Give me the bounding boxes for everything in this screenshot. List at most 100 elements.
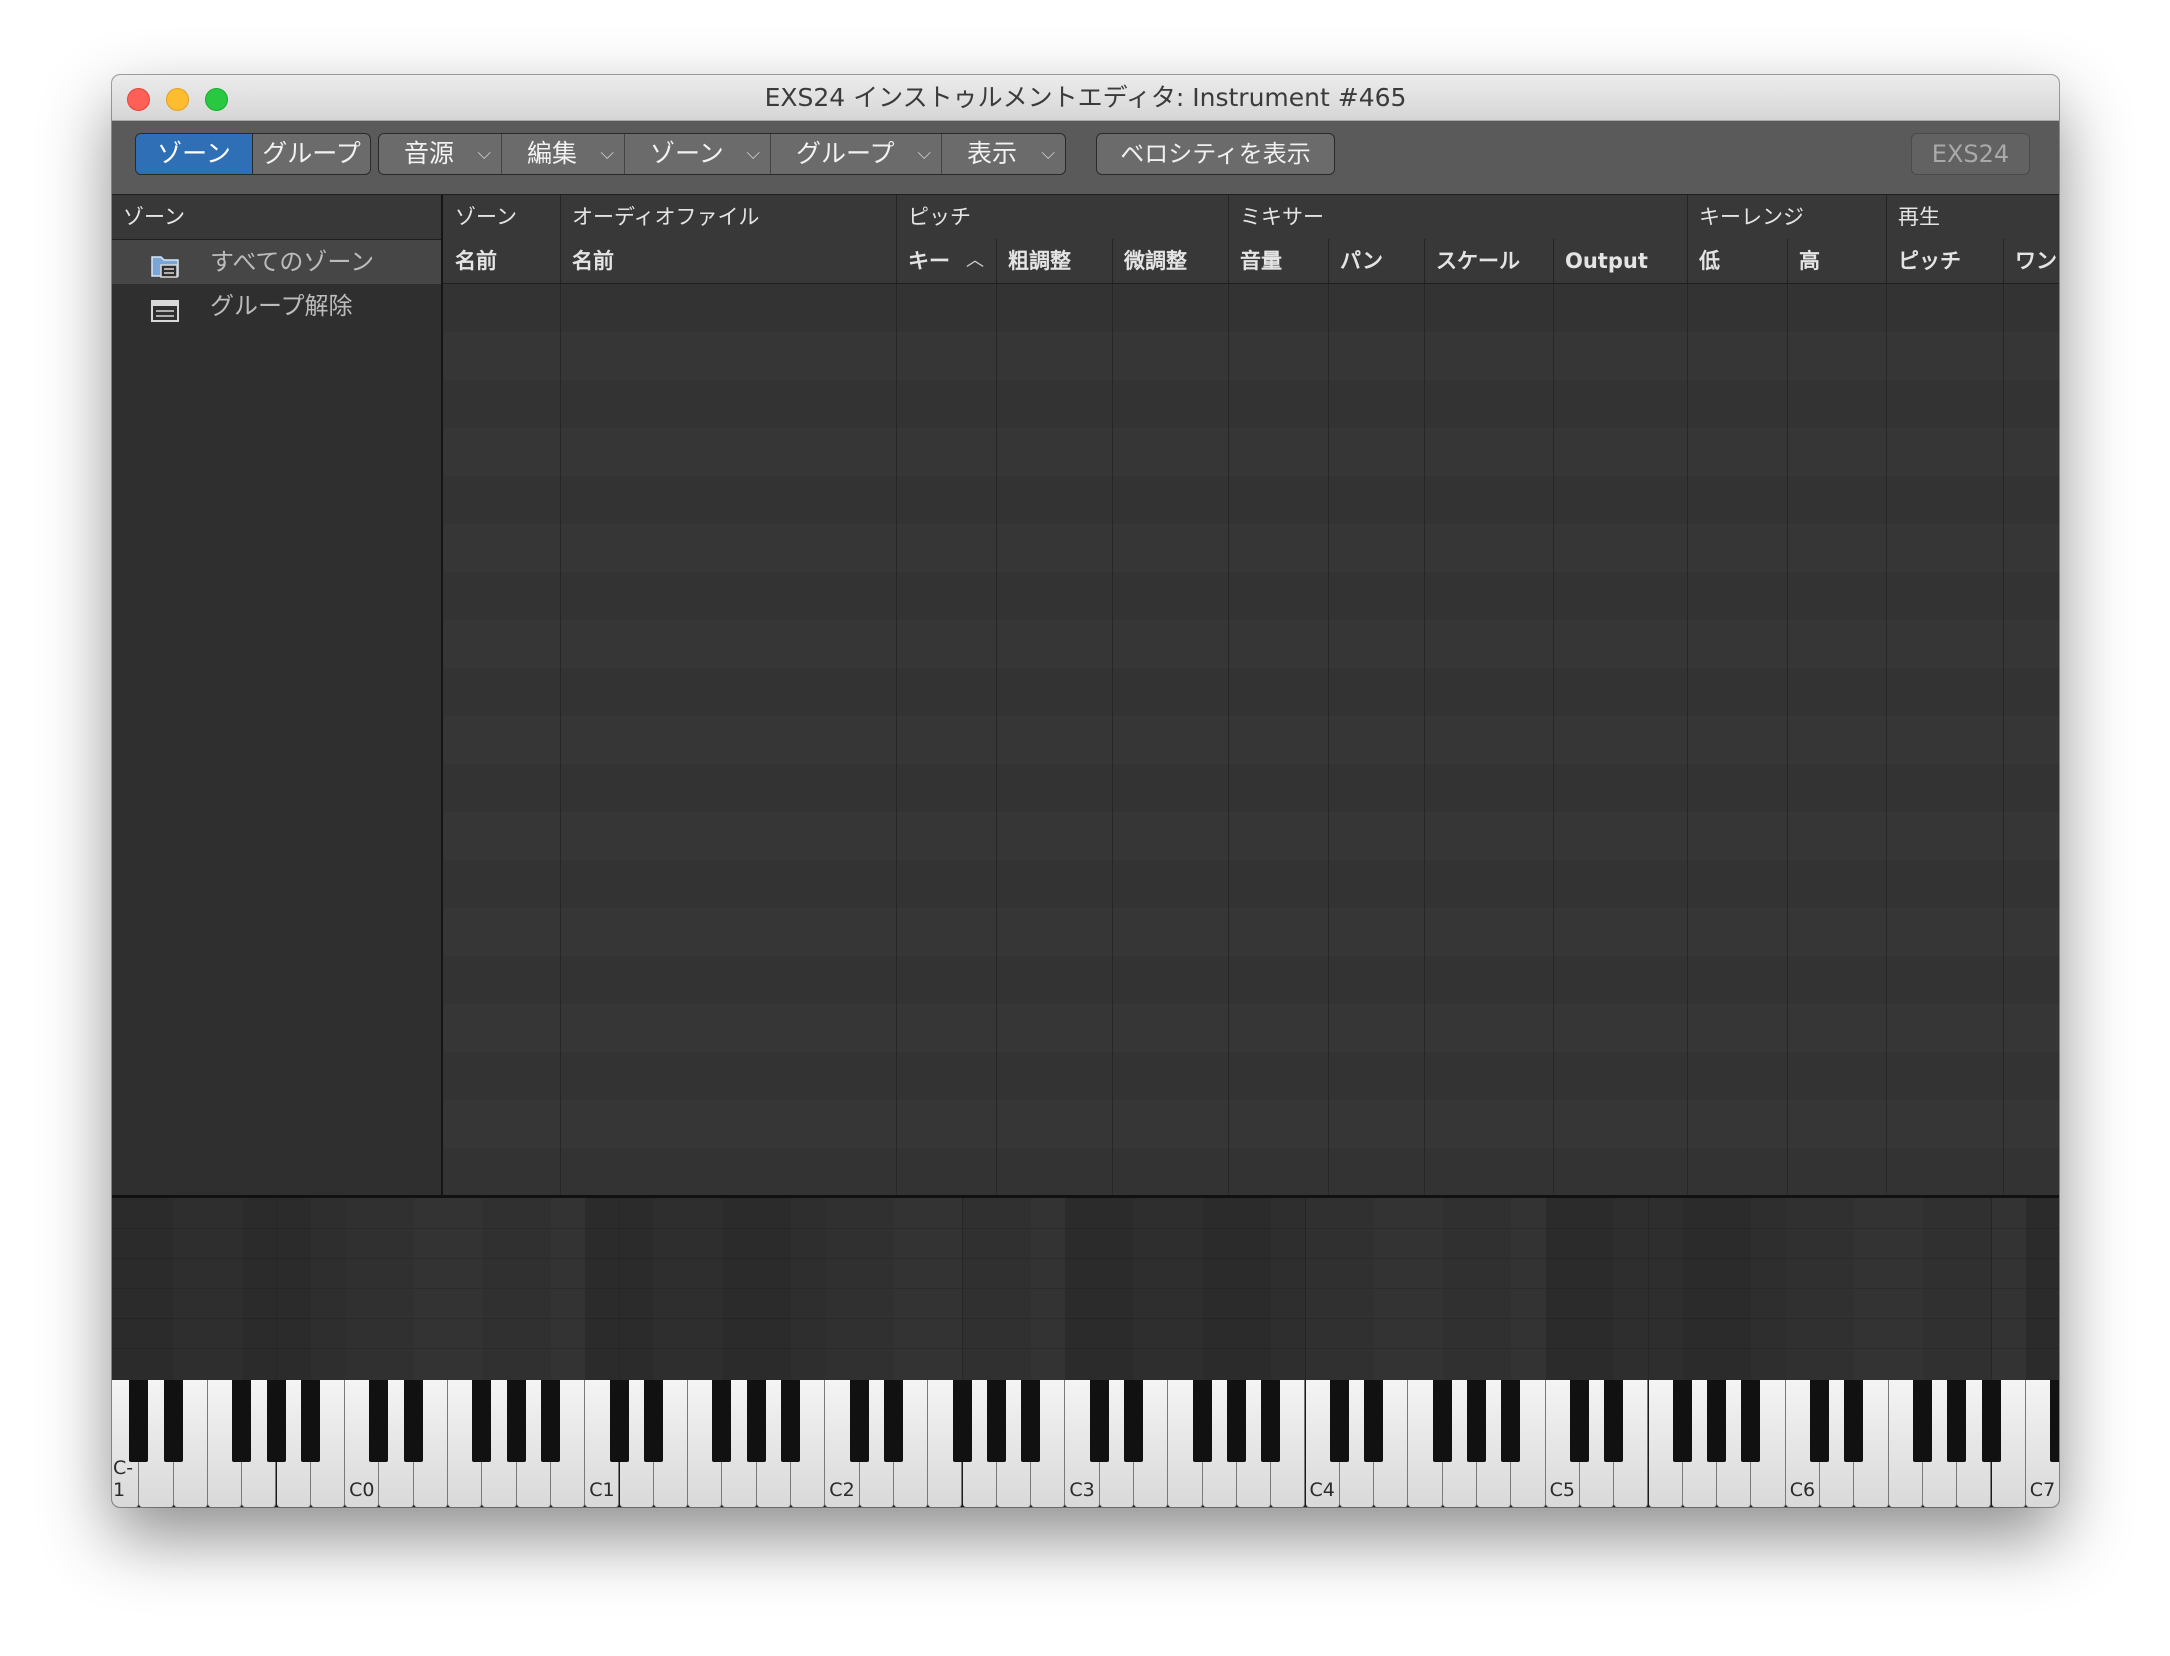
black-key[interactable] bbox=[1741, 1380, 1761, 1462]
black-key[interactable] bbox=[2050, 1380, 2059, 1462]
black-key[interactable] bbox=[849, 1380, 869, 1462]
key-column-band bbox=[1134, 1198, 1170, 1380]
sidebar-header: ゾーン bbox=[112, 195, 441, 240]
zone-menu[interactable]: ゾーン ⌵ bbox=[625, 134, 771, 174]
octave-label: C-1 bbox=[113, 1457, 134, 1501]
column-header-zone-name[interactable]: 名前 bbox=[443, 239, 560, 283]
black-key[interactable] bbox=[163, 1380, 183, 1462]
key-column-band bbox=[996, 1198, 1033, 1380]
column-header-one-shot[interactable]: ワン bbox=[2003, 239, 2059, 283]
column-header-key-label: キー bbox=[908, 249, 950, 273]
black-key[interactable] bbox=[1501, 1380, 1521, 1462]
sidebar-item-label: グループ解除 bbox=[210, 292, 353, 320]
black-key[interactable] bbox=[1844, 1380, 1864, 1462]
black-key[interactable] bbox=[540, 1380, 560, 1462]
black-key[interactable] bbox=[369, 1380, 389, 1462]
chevron-down-icon: ⌵ bbox=[477, 143, 491, 164]
black-key[interactable] bbox=[1432, 1380, 1452, 1462]
velocity-gridline bbox=[112, 1228, 2059, 1229]
black-key[interactable] bbox=[746, 1380, 766, 1462]
zone-view-button[interactable]: ゾーン bbox=[136, 134, 252, 174]
octave-label: C3 bbox=[1069, 1479, 1095, 1501]
edit-menu[interactable]: 編集 ⌵ bbox=[502, 134, 625, 174]
window-title: EXS24 インストゥルメントエディタ: Instrument #465 bbox=[764, 83, 1407, 112]
key-column-band bbox=[1854, 1198, 1890, 1380]
column-header-pitch[interactable]: ピッチ bbox=[1886, 239, 2003, 283]
black-key[interactable] bbox=[232, 1380, 252, 1462]
black-key[interactable] bbox=[1912, 1380, 1932, 1462]
velocity-gridline bbox=[112, 1318, 2059, 1319]
show-velocity-button[interactable]: ベロシティを表示 bbox=[1096, 133, 1335, 175]
black-key[interactable] bbox=[129, 1380, 149, 1462]
key-column-band bbox=[1922, 1198, 1959, 1380]
zone-velocity-grid[interactable] bbox=[112, 1198, 2059, 1380]
column-header-high[interactable]: 高 bbox=[1787, 239, 1886, 283]
black-key[interactable] bbox=[781, 1380, 800, 1462]
column-header-key[interactable]: キー ︿ bbox=[896, 239, 996, 283]
black-key[interactable] bbox=[1329, 1380, 1349, 1462]
black-key[interactable] bbox=[1604, 1380, 1624, 1462]
black-key[interactable] bbox=[1021, 1380, 1041, 1462]
empty-row-stripe bbox=[443, 860, 2059, 908]
black-key[interactable] bbox=[1707, 1380, 1727, 1462]
column-header-pan[interactable]: パン bbox=[1328, 239, 1424, 283]
black-key[interactable] bbox=[1261, 1380, 1281, 1462]
black-key[interactable] bbox=[472, 1380, 492, 1462]
black-key[interactable] bbox=[506, 1380, 526, 1462]
view-menu[interactable]: 表示 ⌵ bbox=[942, 134, 1065, 174]
empty-row-stripe bbox=[443, 524, 2059, 572]
key-column-band bbox=[1614, 1198, 1650, 1380]
black-key[interactable] bbox=[1810, 1380, 1829, 1462]
black-key[interactable] bbox=[1124, 1380, 1143, 1462]
key-column-band bbox=[653, 1198, 690, 1380]
column-group-header: ゾーン オーディオファイル ピッチ ミキサー キーレンジ 再生 bbox=[443, 195, 2059, 240]
view-mode-toggle: ゾーン グループ bbox=[135, 133, 371, 175]
black-key[interactable] bbox=[403, 1380, 423, 1462]
black-key[interactable] bbox=[609, 1380, 629, 1462]
instrument-menu[interactable]: 音源 ⌵ bbox=[379, 134, 502, 174]
column-header-audio-name[interactable]: 名前 bbox=[560, 239, 896, 283]
black-key[interactable] bbox=[1569, 1380, 1589, 1462]
column-header-row: 名前 名前 キー ︿ 粗調整 微調整 音量 パン スケール Output 低 高… bbox=[443, 239, 2059, 284]
group-menu[interactable]: グループ ⌵ bbox=[771, 134, 942, 174]
sidebar-item-ungrouped[interactable]: グループ解除 bbox=[112, 284, 441, 328]
key-column-band bbox=[1477, 1198, 1513, 1380]
black-key[interactable] bbox=[300, 1380, 320, 1462]
black-key[interactable] bbox=[883, 1380, 903, 1462]
chevron-down-icon: ⌵ bbox=[1041, 143, 1055, 164]
key-column-band bbox=[1374, 1198, 1410, 1380]
column-header-volume[interactable]: 音量 bbox=[1228, 239, 1328, 283]
column-header-output[interactable]: Output bbox=[1553, 239, 1687, 283]
key-column-band bbox=[242, 1198, 278, 1380]
empty-row-stripe bbox=[443, 572, 2059, 620]
black-key[interactable] bbox=[986, 1380, 1006, 1462]
column-header-fine-tune[interactable]: 微調整 bbox=[1112, 239, 1228, 283]
black-key[interactable] bbox=[952, 1380, 972, 1462]
column-header-low[interactable]: 低 bbox=[1687, 239, 1787, 283]
exs24-button[interactable]: EXS24 bbox=[1911, 133, 2030, 175]
column-header-coarse-tune[interactable]: 粗調整 bbox=[996, 239, 1112, 283]
sidebar-item-all-zones[interactable]: すべてのゾーン bbox=[112, 240, 441, 284]
octave-label: C1 bbox=[589, 1479, 615, 1501]
black-key[interactable] bbox=[1981, 1380, 2001, 1462]
black-key[interactable] bbox=[1947, 1380, 1967, 1462]
title-bar[interactable]: EXS24 インストゥルメントエディタ: Instrument #465 bbox=[112, 75, 2059, 121]
key-column-band bbox=[1751, 1198, 1787, 1380]
column-header-scale[interactable]: スケール bbox=[1424, 239, 1553, 283]
black-key[interactable] bbox=[1089, 1380, 1109, 1462]
piano-keyboard[interactable]: C-1 C0 C1 C2 C3 C4 C5 C6 C7 bbox=[112, 1380, 2059, 1507]
key-column-band bbox=[722, 1198, 758, 1380]
black-key[interactable] bbox=[1364, 1380, 1384, 1462]
octave-label: C4 bbox=[1309, 1479, 1335, 1501]
group-view-button[interactable]: グループ bbox=[252, 134, 370, 174]
zone-list-area[interactable] bbox=[443, 284, 2059, 1195]
black-key[interactable] bbox=[1672, 1380, 1692, 1462]
black-key[interactable] bbox=[1226, 1380, 1246, 1462]
black-key[interactable] bbox=[1467, 1380, 1486, 1462]
black-key[interactable] bbox=[1192, 1380, 1212, 1462]
black-key[interactable] bbox=[712, 1380, 732, 1462]
key-column-band bbox=[1717, 1198, 1753, 1380]
key-column-band bbox=[1888, 1198, 1924, 1380]
black-key[interactable] bbox=[266, 1380, 286, 1462]
black-key[interactable] bbox=[643, 1380, 663, 1462]
